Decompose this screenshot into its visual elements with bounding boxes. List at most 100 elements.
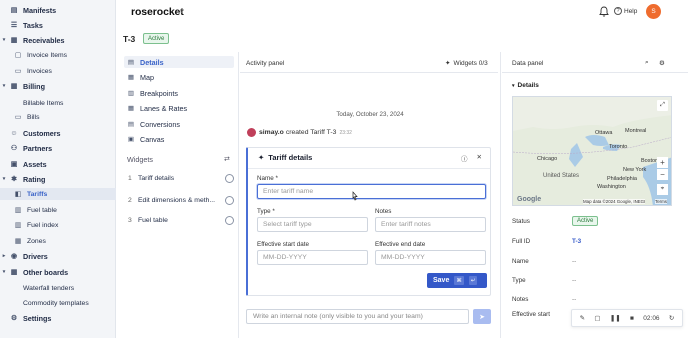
sidebar-item-tasks[interactable]: ☰ Tasks: [0, 19, 116, 31]
subnav-item-lanes-rates[interactable]: ▦ Lanes & Rates: [124, 102, 234, 114]
breakpoints-icon: ▥: [127, 90, 135, 97]
sidebar-item-billing[interactable]: ▾ ▦ Billing: [0, 80, 116, 92]
tariff-notes-input[interactable]: Enter tariff notes: [375, 217, 486, 232]
workspace-switcher-icon[interactable]: ⇕: [179, 8, 184, 15]
sidebar-item-fuel-table[interactable]: ▥ Fuel table: [0, 204, 116, 216]
type-label: Type *: [257, 208, 275, 215]
page-title: T-3: [123, 34, 136, 44]
map-label: Washington: [597, 184, 626, 190]
billing-icon: ▦: [10, 83, 18, 90]
widget-status-icon[interactable]: [225, 173, 234, 183]
sidebar-item-customers[interactable]: ☺ Customers: [0, 127, 116, 139]
reorder-widgets-icon[interactable]: ⇄: [224, 155, 230, 163]
chevron-down-icon[interactable]: ▾: [1, 37, 7, 43]
sidebar-item-label: Receivables: [23, 35, 65, 45]
sidebar-item-settings[interactable]: ⚙ Settings: [0, 312, 116, 324]
sidebar-item-partners[interactable]: ⚇ Partners: [0, 142, 116, 154]
sidebar-item-bills[interactable]: ▭ Bills: [0, 111, 116, 123]
widget-item[interactable]: 2 Edit dimensions & meth...: [128, 194, 234, 206]
map-attribution: Map data ©2024 Google, INEGI: [583, 199, 646, 204]
panel-header-rule: [240, 72, 498, 73]
log-user[interactable]: simay.o: [259, 129, 284, 136]
sidebar-item-zones[interactable]: ▦ Zones: [0, 235, 116, 247]
log-text: created Tariff T-3: [285, 129, 337, 136]
sidebar-item-waterfall-tenders[interactable]: Waterfall tenders: [0, 282, 116, 294]
fullscreen-icon[interactable]: ⤢: [657, 100, 668, 111]
map-terms-link[interactable]: Terms: [655, 199, 667, 204]
end-date-input[interactable]: MM-DD-YYYY: [375, 250, 486, 265]
tariffs-icon: ◧: [14, 191, 22, 198]
zoom-in-button[interactable]: +: [657, 157, 668, 168]
pen-icon[interactable]: ✎: [580, 314, 585, 322]
sidebar-item-label: Billable Items: [23, 99, 64, 107]
search-icon[interactable]: ⌕: [645, 56, 649, 70]
map[interactable]: Ottawa Montreal Toronto Boston Chicago N…: [512, 96, 672, 206]
widget-number: 1: [128, 174, 132, 182]
data-field-label: Status: [512, 218, 530, 225]
details-section-toggle[interactable]: ▾ Details: [512, 82, 539, 89]
chevron-down-icon: ▾: [512, 82, 515, 89]
subnav-item-breakpoints[interactable]: ▥ Breakpoints: [124, 87, 234, 99]
brand-logo[interactable]: roserocket: [131, 6, 184, 18]
subnav-item-conversions[interactable]: ▤ Conversions: [124, 118, 234, 130]
subnav-item-map[interactable]: ▦ Map: [124, 71, 234, 83]
info-icon[interactable]: ⓘ: [461, 153, 468, 163]
divider: [500, 52, 501, 338]
comment-icon[interactable]: ▢: [594, 314, 600, 322]
chevron-down-icon[interactable]: ▾: [1, 269, 7, 275]
subnav-item-canvas[interactable]: ▣ Canvas: [124, 133, 234, 145]
data-field-value: T-3: [572, 238, 582, 245]
chevron-down-icon[interactable]: ▾: [1, 176, 7, 182]
activity-date: Today, October 23, 2024: [336, 111, 404, 118]
sidebar-item-tariffs[interactable]: ◧ Tariffs: [0, 188, 116, 200]
tariff-type-select[interactable]: Select tariff type: [257, 217, 368, 232]
close-icon[interactable]: ✕: [477, 153, 482, 163]
street-view-icon[interactable]: ⌖: [657, 184, 668, 195]
chevron-down-icon[interactable]: ▾: [1, 83, 7, 89]
user-avatar[interactable]: S: [646, 4, 661, 19]
sidebar-item-manifests[interactable]: ▤ Manifests: [0, 4, 116, 16]
map-label: Philadelphia: [607, 176, 637, 182]
sidebar-item-rating[interactable]: ▾ ✱ Rating: [0, 173, 116, 185]
widget-status-icon[interactable]: [225, 215, 234, 225]
sidebar-item-label: Manifests: [23, 5, 57, 15]
pin-icon: ✦: [258, 153, 265, 162]
sidebar-item-commodity-templates[interactable]: Commodity templates: [0, 297, 116, 309]
notes-label: Notes: [375, 208, 392, 215]
sidebar-item-drivers[interactable]: ▸ ◉ Drivers: [0, 250, 116, 262]
send-note-button[interactable]: ➤: [473, 309, 491, 324]
save-button[interactable]: Save ⌘ ↵: [427, 273, 487, 288]
widget-label: Tariff details: [138, 174, 175, 182]
help-button[interactable]: ? Help: [614, 7, 637, 15]
sidebar-item-fuel-index[interactable]: ▥ Fuel index: [0, 219, 116, 231]
widget-status-icon[interactable]: [225, 195, 234, 205]
start-date-input[interactable]: MM-DD-YYYY: [257, 250, 368, 265]
refresh-icon[interactable]: ↻: [669, 314, 674, 322]
sidebar-item-assets[interactable]: ▣ Assets: [0, 158, 116, 170]
pause-icon[interactable]: ❚❚: [610, 314, 621, 322]
bell-icon[interactable]: [599, 6, 609, 17]
bills-icon: ▭: [14, 114, 22, 121]
widget-item[interactable]: 3 Fuel table: [128, 214, 234, 226]
tariff-name-input[interactable]: Enter tariff name: [257, 184, 486, 199]
sidebar-item-receivables[interactable]: ▾ ▦ Receivables: [0, 34, 116, 46]
internal-note-input[interactable]: Write an internal note (only visible to …: [246, 309, 469, 324]
sidebar-item-label: Zones: [27, 237, 46, 245]
start-date-label: Effective start date: [257, 241, 310, 248]
sidebar-item-other-boards[interactable]: ▾ ▦ Other boards: [0, 266, 116, 278]
widgets-counter[interactable]: ✦ Widgets 0/3: [445, 56, 488, 70]
sidebar-item-invoice-items[interactable]: ▢ Invoice Items: [0, 49, 116, 61]
sidebar-item-label: Tasks: [23, 20, 43, 30]
chevron-right-icon[interactable]: ▸: [1, 253, 7, 259]
sidebar-item-invoices[interactable]: ▭ Invoices: [0, 65, 116, 77]
sidebar-item-billable-items[interactable]: Billable Items: [0, 97, 116, 109]
gear-icon[interactable]: ⚙: [659, 56, 665, 70]
assets-icon: ▣: [10, 161, 18, 168]
subnav-item-details[interactable]: ▤ Details: [124, 56, 234, 68]
map-label: Montreal: [625, 128, 647, 134]
zoom-out-button[interactable]: −: [657, 169, 668, 180]
canvas-icon: ▣: [127, 136, 135, 143]
widget-item[interactable]: 1 Tariff details: [128, 172, 234, 184]
name-label: Name *: [257, 175, 278, 182]
stop-icon[interactable]: ■: [630, 315, 634, 322]
